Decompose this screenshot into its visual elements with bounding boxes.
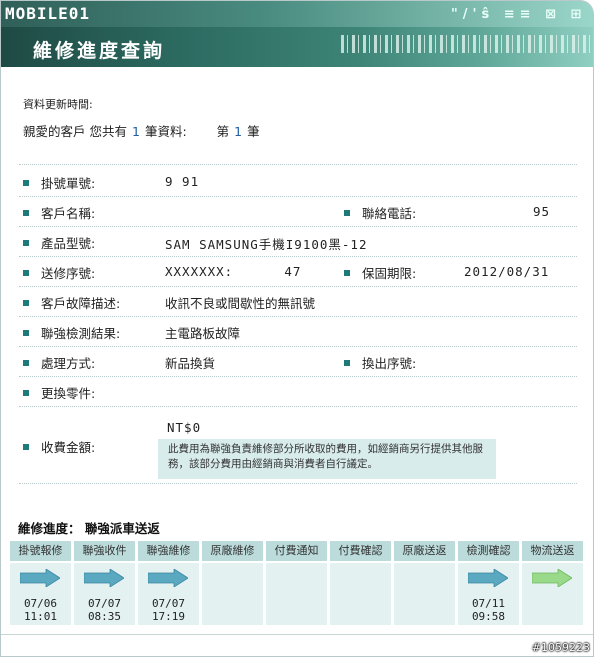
step-name: 物流送返 [522, 541, 583, 561]
progress-step: 聯強維修 07/07 17:19 [138, 541, 199, 625]
row-divider [19, 316, 577, 317]
arrow-right-icon [84, 569, 124, 587]
arrow-right-icon [532, 569, 572, 587]
bottom-divider [1, 634, 593, 635]
handling-value: 新品換貨 [165, 356, 216, 371]
step-timestamp: 07/07 17:19 [138, 597, 199, 623]
record-count: 親愛的客戶 您共有 1 筆資料: 第1筆 [23, 124, 260, 139]
step-body: 07/06 11:01 [10, 563, 71, 625]
row-divider [19, 406, 577, 407]
warranty-label: 保固期限: [344, 263, 416, 282]
progress-step: 原廠送返 [394, 541, 455, 625]
repair-status-panel: MOBILE01 "/'ŝ ≡≡ ⊠ ⊞ 維修進度查詢 資料更新時間: 親愛的客… [0, 0, 594, 657]
progress-title: 維修進度： 聯強派車送返 [18, 521, 160, 536]
serial-value: XXXXXXX: 47 [165, 264, 302, 279]
bullet-icon [23, 269, 29, 276]
bullet-icon [23, 389, 29, 396]
row-divider [19, 286, 577, 287]
bullet-icon [344, 269, 350, 276]
bullet-icon [23, 299, 29, 306]
serial-label: 送修序號: [23, 263, 95, 282]
row-divider [19, 164, 577, 165]
bullet-icon [23, 209, 29, 216]
progress-step: 付費通知 [266, 541, 327, 625]
step-name: 聯強收件 [74, 541, 135, 561]
step-name: 原廠送返 [394, 541, 455, 561]
progress-step: 原廠維修 [202, 541, 263, 625]
step-body [202, 563, 263, 625]
step-timestamp: 07/06 11:01 [10, 597, 71, 623]
step-name: 檢測確認 [458, 541, 519, 561]
bullet-icon [23, 179, 29, 186]
step-date: 07/07 [151, 597, 186, 610]
progress-step: 聯強收件 07/07 08:35 [74, 541, 135, 625]
step-body [266, 563, 327, 625]
progress-step: 付費確認 [330, 541, 391, 625]
phone-label: 聯絡電話: [344, 203, 416, 222]
update-time-label: 資料更新時間: [23, 98, 93, 111]
bullet-icon [23, 443, 29, 450]
row-divider [19, 196, 577, 197]
progress-step: 物流送返 [522, 541, 583, 625]
step-time: 09:58 [471, 610, 506, 623]
step-body [394, 563, 455, 625]
phone-value: 95 [533, 204, 551, 219]
bullet-icon [344, 359, 350, 366]
step-date: 07/11 [471, 597, 506, 610]
handling-label: 處理方式: [23, 353, 95, 372]
fault-label: 客戶故障描述: [23, 293, 120, 312]
step-body: 07/07 17:19 [138, 563, 199, 625]
site-logo[interactable]: MOBILE01 [5, 4, 90, 23]
barcode-decoration [341, 35, 591, 53]
progress-step: 檢測確認 07/11 09:58 [458, 541, 519, 625]
fee-label: 收費金額: [23, 437, 95, 456]
warranty-value: 2012/08/31 [464, 264, 550, 279]
order-number-label: 掛號單號: [23, 173, 95, 192]
check-result-label: 聯強檢測結果: [23, 323, 120, 342]
banner-decoration: "/'ŝ ≡≡ ⊠ ⊞ [451, 7, 587, 22]
step-time: 08:35 [87, 610, 122, 623]
step-body [330, 563, 391, 625]
step-body: 07/07 08:35 [74, 563, 135, 625]
step-body [522, 563, 583, 625]
bullet-icon [23, 329, 29, 336]
row-divider [19, 376, 577, 377]
step-time: 11:01 [23, 610, 58, 623]
row-divider [19, 483, 577, 484]
step-time: 17:19 [151, 610, 186, 623]
row-divider [19, 346, 577, 347]
swap-serial-label: 換出序號: [344, 353, 416, 372]
step-date: 07/06 [23, 597, 58, 610]
image-id-watermark: #1059223 [531, 641, 590, 654]
step-name: 掛號報修 [10, 541, 71, 561]
step-name: 付費確認 [330, 541, 391, 561]
step-name: 原廠維修 [202, 541, 263, 561]
header-banner: MOBILE01 "/'ŝ ≡≡ ⊠ ⊞ 維修進度查詢 [1, 1, 593, 67]
bullet-icon [23, 239, 29, 246]
fee-note: 此費用為聯強負責維修部分所收取的費用，如經銷商另行提供其他服務，該部分費用由經銷… [158, 439, 496, 479]
step-timestamp: 07/11 09:58 [458, 597, 519, 623]
step-name: 聯強維修 [138, 541, 199, 561]
step-timestamp: 07/07 08:35 [74, 597, 135, 623]
step-date: 07/07 [87, 597, 122, 610]
row-divider [19, 226, 577, 227]
arrow-right-icon [148, 569, 188, 587]
model-value: SAM SAMSUNG手機I9100黑-12 [165, 237, 368, 252]
bullet-icon [23, 359, 29, 366]
parts-label: 更換零件: [23, 383, 95, 402]
fault-value: 收訊不良或間歇性的無訊號 [165, 296, 316, 311]
model-label: 產品型號: [23, 233, 95, 252]
order-number-value: 9 91 [165, 174, 200, 189]
page-title: 維修進度查詢 [33, 40, 166, 62]
fee-value: NT$0 [167, 420, 202, 435]
arrow-right-icon [468, 569, 508, 587]
row-divider [19, 256, 577, 257]
step-name: 付費通知 [266, 541, 327, 561]
step-body: 07/11 09:58 [458, 563, 519, 625]
check-result-value: 主電路板故障 [165, 326, 241, 341]
customer-name-label: 客戶名稱: [23, 203, 95, 222]
progress-step: 掛號報修 07/06 11:01 [10, 541, 71, 625]
arrow-right-icon [20, 569, 60, 587]
bullet-icon [344, 209, 350, 216]
